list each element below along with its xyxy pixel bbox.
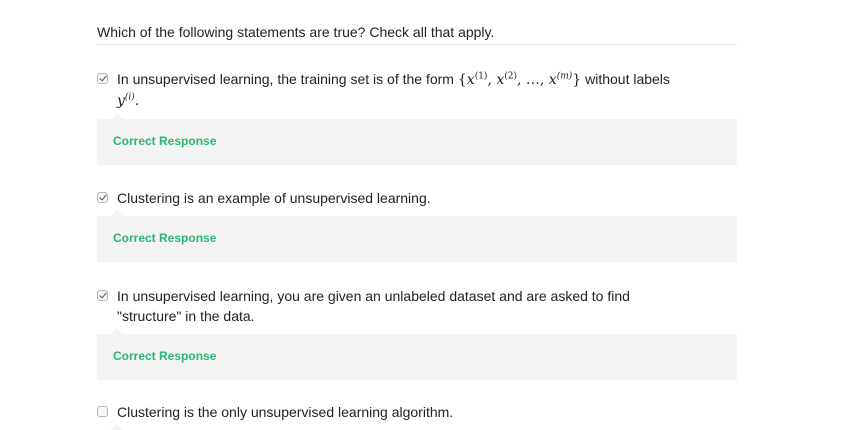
option-2-text: Clustering is an example of unsupervised… [117,190,431,206]
feedback-notch [111,113,123,119]
feedback-option-2: Correct Response [97,210,737,262]
option-1-text-after: without labels [585,71,670,87]
feedback-label: Correct Response [113,349,217,363]
option-1-formula-tail: y(i). [117,92,140,109]
checkbox-option-3[interactable] [97,290,108,301]
checkbox-option-1[interactable] [97,73,108,84]
feedback-label: Correct Response [113,134,217,148]
option-2[interactable]: Clustering is an example of unsupervised… [97,188,737,208]
feedback-notch [111,328,123,334]
feedback-label: Correct Response [113,231,217,245]
checkbox-option-4[interactable] [97,406,108,417]
feedback-option-1: Correct Response [97,113,737,165]
option-3[interactable]: In unsupervised learning, you are given … [97,286,677,326]
checkbox-option-2[interactable] [97,192,108,203]
feedback-notch [111,210,123,216]
feedback-notch [111,424,123,430]
question-prompt: Which of the following statements are tr… [97,22,737,45]
option-1[interactable]: In unsupervised learning, the training s… [97,69,737,111]
option-4[interactable]: Clustering is the only unsupervised lear… [97,402,737,422]
feedback-option-3: Correct Response [97,328,737,380]
option-1-text: In unsupervised learning, the training s… [117,69,737,111]
option-1-text-before: In unsupervised learning, the training s… [117,71,454,87]
option-3-text: In unsupervised learning, you are given … [117,288,630,324]
option-1-formula: {x(1), x(2), …, x(m)} [457,71,582,88]
option-4-text: Clustering is the only unsupervised lear… [117,404,454,420]
